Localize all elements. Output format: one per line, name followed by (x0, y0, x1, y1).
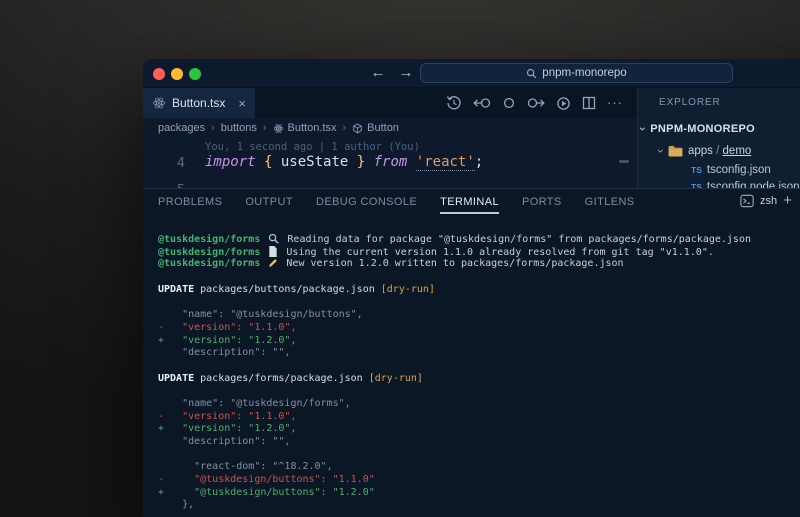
terminal-line: @tuskdesign/forms Using the current vers… (158, 246, 751, 259)
run-file-icon[interactable] (556, 96, 571, 111)
navigate-back-button[interactable]: ← (369, 63, 387, 83)
terminal-instance[interactable]: zsh + (740, 194, 792, 208)
code-token (256, 154, 264, 170)
terminal-line: UPDATE packages/buttons/package.json [dr… (158, 284, 751, 297)
terminal-line (158, 271, 751, 284)
explorer-sidebar: EXPLORER › PNPM-MONOREPO › apps / demo T… (637, 88, 800, 188)
line-number: 4 (163, 155, 185, 171)
editor-code-area[interactable]: You, 1 second ago | 1 author (You) 4 imp… (143, 138, 637, 188)
new-terminal-icon[interactable]: + (783, 194, 792, 208)
terminal-line: UPDATE packages/forms/package.json [dry-… (158, 373, 751, 386)
terminal-icon (740, 194, 754, 208)
zoom-window-button[interactable] (189, 68, 201, 80)
minimize-window-button[interactable] (171, 68, 183, 80)
main-row: Button.tsx × ··· packages (143, 88, 800, 188)
search-icon (526, 68, 537, 79)
terminal-line: "description": "", (158, 436, 751, 449)
terminal-line: - "version": "1.1.0", (158, 411, 751, 424)
close-window-button[interactable] (153, 68, 165, 80)
breadcrumb: packages › buttons › Button.tsx › Button (143, 118, 637, 138)
explorer-file-tsconfig-json[interactable]: TS tsconfig.json (691, 164, 771, 176)
previous-change-icon[interactable] (473, 96, 491, 110)
explorer-root-pnpm-monorepo[interactable]: › PNPM-MONOREPO (641, 123, 755, 135)
terminal-line (158, 449, 751, 462)
shell-name: zsh (760, 195, 777, 207)
terminal-line: @tuskdesign/forms Reading data for packa… (158, 233, 751, 246)
panel-tab-problems[interactable]: PROBLEMS (158, 196, 222, 208)
scrollbar-thumb[interactable] (619, 160, 629, 163)
breadcrumb-buttons[interactable]: buttons (221, 122, 257, 134)
window-titlebar[interactable]: ← → pnpm-monorepo (143, 59, 800, 88)
terminal-line: - "version": "1.1.0", (158, 322, 751, 335)
panel-tab-terminal[interactable]: TERMINAL (440, 196, 499, 208)
panel-tab-gitlens[interactable]: GITLENS (585, 196, 635, 208)
terminal-line: + "@tuskdesign/buttons": "1.2.0" (158, 487, 751, 500)
desktop-background: ← → pnpm-monorepo Button.tsx × (0, 0, 800, 517)
breadcrumb-separator: › (263, 122, 267, 134)
panel-tab-list: PROBLEMS OUTPUT DEBUG CONSOLE TERMINAL PORTS… (158, 196, 635, 208)
breadcrumb-separator: › (211, 122, 215, 134)
terminal-line: "name": "@tuskdesign/buttons", (158, 309, 751, 322)
code-token: 'react' (416, 154, 475, 171)
explorer-folder-apps-demo[interactable]: › apps / demo (659, 145, 751, 157)
folder-icon (668, 145, 683, 157)
changes-circle-icon[interactable] (502, 96, 516, 110)
search-emoji-icon (268, 233, 279, 244)
code-token: ; (475, 154, 483, 170)
chevron-down-icon: › (656, 149, 666, 153)
terminal-line (158, 296, 751, 309)
terminal-line (158, 360, 751, 373)
code-token: from (374, 154, 408, 170)
terminal-line: - "@tuskdesign/buttons": "1.1.0" (158, 474, 751, 487)
terminal-line: "react-dom": "^18.2.0", (158, 461, 751, 474)
bottom-panel: PROBLEMS OUTPUT DEBUG CONSOLE TERMINAL PORTS… (143, 188, 800, 517)
command-center-search[interactable]: pnpm-monorepo (420, 63, 733, 83)
navigate-forward-button[interactable]: → (397, 63, 415, 83)
code-token: } (357, 154, 365, 170)
traffic-lights (153, 68, 201, 80)
tab-button-tsx[interactable]: Button.tsx × (143, 88, 255, 118)
next-change-icon[interactable] (527, 96, 545, 110)
terminal-line (158, 385, 751, 398)
breadcrumb-separator: › (342, 122, 346, 134)
terminal-output[interactable]: @tuskdesign/forms Reading data for packa… (158, 233, 751, 512)
timeline-history-icon[interactable] (446, 95, 462, 111)
breadcrumb-packages[interactable]: packages (158, 122, 205, 134)
editor-tabstrip: Button.tsx × ··· (143, 88, 637, 118)
editor-actions: ··· (446, 95, 623, 111)
tab-label: Button.tsx (172, 96, 225, 110)
page-emoji-icon (268, 246, 278, 257)
ts-file-icon: TS (691, 165, 702, 175)
gitlens-blame-annotation: You, 1 second ago | 1 author (You) (205, 141, 420, 153)
symbol-class-icon (352, 123, 363, 134)
split-editor-icon[interactable] (582, 96, 596, 110)
terminal-line: "name": "@tuskdesign/forms", (158, 398, 751, 411)
terminal-line: + "version": "1.2.0", (158, 335, 751, 348)
code-token: useState (272, 154, 356, 170)
breadcrumb-button-tsx[interactable]: Button.tsx (273, 122, 337, 134)
code-token: import (205, 154, 256, 170)
terminal-line: }, (158, 499, 751, 512)
editor-group: Button.tsx × ··· packages (143, 88, 637, 188)
code-token (365, 154, 373, 170)
more-actions-icon[interactable]: ··· (607, 95, 623, 111)
panel-tab-debug-console[interactable]: DEBUG CONSOLE (316, 196, 417, 208)
terminal-line: @tuskdesign/forms New version 1.2.0 writ… (158, 258, 751, 271)
react-icon (152, 96, 166, 110)
explorer-header: EXPLORER (659, 97, 721, 108)
react-icon (273, 123, 284, 134)
chevron-down-icon: › (638, 127, 648, 131)
explorer-file-tsconfig-node-json[interactable]: TS tsconfig.node.json (691, 181, 800, 188)
close-tab-icon[interactable]: × (238, 97, 246, 110)
code-line: import { useState } from 'react'; (205, 154, 483, 170)
search-value: pnpm-monorepo (542, 67, 626, 79)
pencil-emoji-icon (268, 258, 278, 268)
terminal-line: "description": "", (158, 347, 751, 360)
editor-window: ← → pnpm-monorepo Button.tsx × (143, 59, 800, 517)
panel-tab-output[interactable]: OUTPUT (245, 196, 293, 208)
panel-tab-ports[interactable]: PORTS (522, 196, 562, 208)
code-token (407, 154, 415, 170)
breadcrumb-button-symbol[interactable]: Button (352, 122, 399, 134)
terminal-line: + "version": "1.2.0", (158, 423, 751, 436)
